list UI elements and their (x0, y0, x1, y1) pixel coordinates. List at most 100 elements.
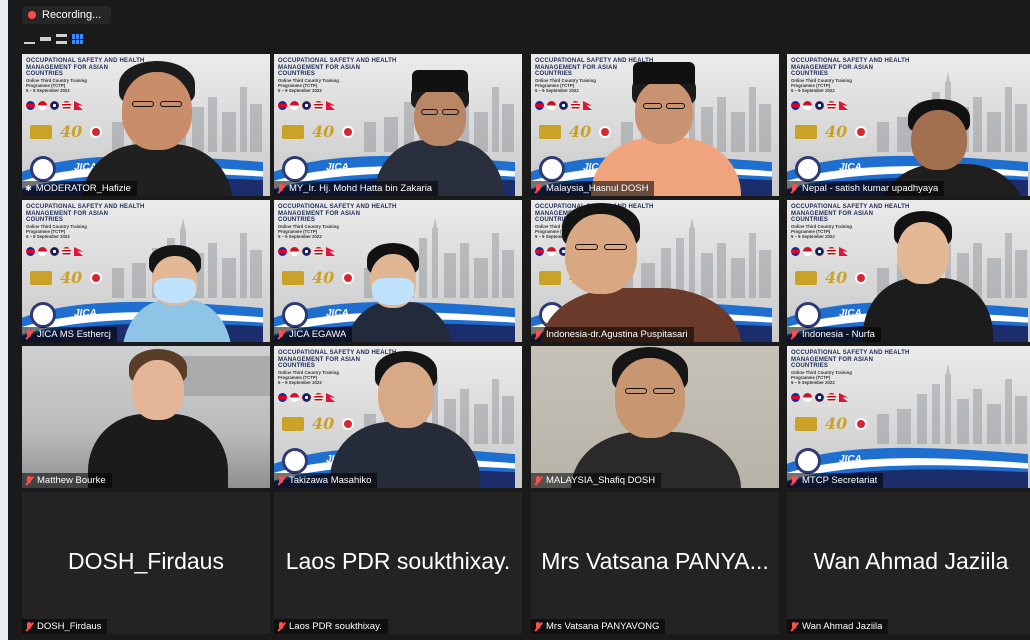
participant-face (635, 80, 693, 144)
participant-tile[interactable]: Matthew Bourke (22, 346, 270, 488)
muted-microphone-icon (534, 621, 542, 632)
country-flags (791, 393, 848, 402)
face-mask (154, 278, 196, 304)
participant-body (863, 278, 993, 342)
glasses (421, 108, 438, 115)
malaysia-crest-icon (795, 416, 817, 431)
participant-name-tag: Nepal - satish kumar upadhyaya (787, 181, 945, 196)
participant-tile[interactable]: Wan Ahmad Jaziila Wan Ahmad Jaziila (787, 492, 1030, 634)
view-controls (24, 34, 83, 44)
participant-video (787, 54, 1030, 196)
minimize-view-icon[interactable] (24, 34, 35, 44)
glasses (652, 388, 676, 395)
participant-video (22, 54, 270, 196)
muted-microphone-icon (25, 621, 33, 632)
participant-display-name: Laos PDR soukthixay. (285, 548, 511, 574)
muted-microphone-icon (790, 475, 798, 486)
strip-view-icon[interactable] (40, 34, 51, 44)
participant-tile[interactable]: OCCUPATIONAL SAFETY AND HEALTH MANAGEMEN… (531, 200, 779, 342)
participant-video (531, 54, 779, 196)
gallery-view-icon[interactable] (72, 34, 83, 44)
participant-name: MY_Ir. Hj. Mohd Hatta bin Zakaria (289, 183, 433, 194)
participant-name: Indonesia - Nurfa (802, 329, 875, 340)
participant-name-tag: Malaysia_Hasnul DOSH (531, 181, 655, 196)
recording-label: Recording... (42, 9, 102, 21)
speaker-view-icon[interactable] (56, 34, 67, 44)
participant-video (274, 346, 522, 488)
participant-tile[interactable]: Mrs Vatsana PANYA... Mrs Vatsana PANYAVON… (531, 492, 779, 634)
participant-face (565, 214, 637, 294)
muted-microphone-icon (277, 329, 285, 340)
glasses (442, 108, 459, 115)
recording-dot-icon (28, 11, 36, 19)
muted-microphone-icon (277, 183, 285, 194)
participant-name-tag: MY_Ir. Hj. Mohd Hatta bin Zakaria (274, 181, 439, 196)
glasses (666, 103, 685, 110)
participant-name: MALAYSIA_Shafiq DOSH (546, 475, 656, 486)
participant-face (911, 110, 967, 170)
participant-face (122, 72, 192, 150)
muted-microphone-icon (277, 475, 285, 486)
participant-tile[interactable]: OCCUPATIONAL SAFETY AND HEALTH MANAGEMEN… (22, 200, 270, 342)
participant-face (378, 362, 434, 428)
participant-video (531, 200, 779, 342)
banner-subtitle: Online Third Country Training Programme … (791, 370, 852, 385)
banner-logos: 40 (795, 414, 868, 433)
muted-microphone-icon (534, 329, 542, 340)
participant-name: Wan Ahmad Jaziila (802, 621, 883, 632)
participant-tile[interactable]: OCCUPATIONAL SAFETY AND HEALTH MANAGEMEN… (787, 54, 1030, 196)
participant-video (531, 346, 779, 488)
participant-name-tag: MALAYSIA_Shafiq DOSH (531, 473, 662, 488)
songkok-hat (633, 62, 695, 84)
songkok-hat (412, 70, 468, 92)
participant-tile[interactable]: OCCUPATIONAL SAFETY AND HEALTH MANAGEMEN… (787, 346, 1030, 488)
pin-icon: ✱ (25, 184, 32, 193)
participant-name: DOSH_Firdaus (37, 621, 102, 632)
participant-name: Matthew Bourke (37, 475, 106, 486)
participant-tile[interactable]: MALAYSIA_Shafiq DOSH (531, 346, 779, 488)
participant-display-name: Wan Ahmad Jaziila (813, 548, 1009, 574)
participant-name-tag: JICA EGAWA (274, 327, 353, 342)
participant-tile[interactable]: OCCUPATIONAL SAFETY AND HEALTH MANAGEMEN… (274, 346, 522, 488)
participant-tile[interactable]: OCCUPATIONAL SAFETY AND HEALTH MANAGEMEN… (274, 54, 522, 196)
muted-microphone-icon (25, 329, 33, 340)
recording-indicator[interactable]: Recording... (22, 6, 112, 24)
participant-tile[interactable]: DOSH_Firdaus DOSH_Firdaus (22, 492, 270, 634)
muted-microphone-icon (790, 621, 798, 632)
jica-logo: JICA (839, 454, 862, 465)
participant-tile[interactable]: Laos PDR soukthixay. Laos PDR soukthixay. (274, 492, 522, 634)
muted-microphone-icon (790, 183, 798, 194)
flag-indonesia-icon (803, 393, 812, 402)
participant-tile[interactable]: OCCUPATIONAL SAFETY AND HEALTH MANAGEMEN… (22, 54, 270, 196)
participant-name-tag: Laos PDR soukthixay. (274, 619, 388, 634)
glasses (624, 388, 648, 395)
participant-video (22, 200, 270, 342)
participant-name: MODERATOR_Hafizie (35, 183, 131, 194)
participant-display-name: Mrs Vatsana PANYA... (541, 548, 769, 574)
participant-name-tag: MTCP Secretariat (787, 473, 884, 488)
participant-tile[interactable]: OCCUPATIONAL SAFETY AND HEALTH MANAGEMEN… (274, 200, 522, 342)
participant-name-tag: DOSH_Firdaus (22, 619, 108, 634)
participant-face (897, 222, 949, 284)
japan-logo-icon (855, 417, 868, 430)
participant-name: Malaysia_Hasnul DOSH (546, 183, 649, 194)
participant-video (274, 54, 522, 196)
face-mask (372, 278, 414, 305)
participant-body (122, 300, 232, 342)
flag-laos-icon (815, 393, 824, 402)
participant-video (22, 346, 270, 488)
dosh-seal-icon (795, 448, 821, 474)
app-root: Recording... OCCUPATIONAL SAFETY AND HEA… (0, 0, 1030, 640)
meeting-window: Recording... OCCUPATIONAL SAFETY AND HEA… (8, 0, 1030, 640)
event-banner-background: OCCUPATIONAL SAFETY AND HEALTH MANAGEMEN… (787, 346, 1030, 488)
participant-display-name: DOSH_Firdaus (68, 548, 224, 574)
participant-name-tag: Takizawa Masahiko (274, 473, 378, 488)
participant-name-tag: JICA MS Esthercj (22, 327, 117, 342)
participant-name: Takizawa Masahiko (289, 475, 372, 486)
participant-name-tag: ✱ MODERATOR_Hafizie (22, 181, 137, 196)
participant-name: Nepal - satish kumar upadhyaya (802, 183, 939, 194)
flag-malaysia-icon (827, 393, 836, 402)
muted-microphone-icon (25, 475, 33, 486)
participant-tile[interactable]: OCCUPATIONAL SAFETY AND HEALTH MANAGEMEN… (787, 200, 1030, 342)
participant-tile[interactable]: OCCUPATIONAL SAFETY AND HEALTH MANAGEMEN… (531, 54, 779, 196)
